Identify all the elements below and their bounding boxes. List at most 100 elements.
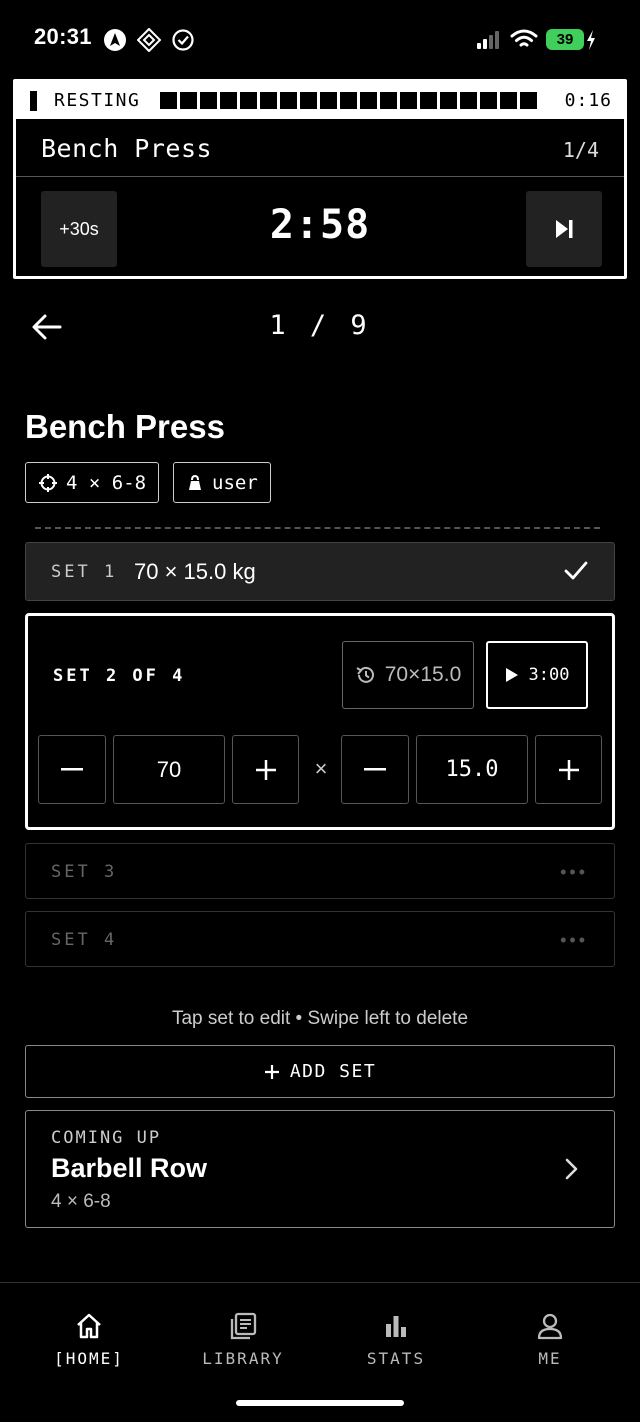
- progress-segment: [520, 92, 537, 109]
- rest-timer-header: RESTING 0:16: [16, 82, 624, 119]
- progress-segment: [200, 92, 217, 109]
- progress-segment: [340, 92, 357, 109]
- add-set-button[interactable]: ADD SET: [25, 1045, 615, 1098]
- dashed-divider: [35, 527, 600, 529]
- progress-segment: [400, 92, 417, 109]
- plus-icon: [558, 759, 579, 780]
- progress-segment: [460, 92, 477, 109]
- rest-remaining-timer: 2:58: [269, 202, 371, 248]
- active-set-label: SET 2 OF 4: [53, 666, 186, 686]
- check-circle-icon: [172, 29, 194, 51]
- rest-state-label: RESTING: [54, 90, 141, 111]
- tab-stats[interactable]: STATS: [331, 1311, 461, 1368]
- progress-segment: [320, 92, 337, 109]
- home-icon: [77, 1313, 101, 1339]
- checkmark-icon: [564, 561, 588, 580]
- minus-icon: [61, 767, 83, 770]
- times-sign: ×: [314, 756, 328, 781]
- set-label: SET 4: [51, 930, 118, 950]
- owner-chip: user: [173, 462, 271, 503]
- reps-decrease-button[interactable]: [341, 735, 409, 804]
- weight-input[interactable]: 70: [113, 735, 225, 804]
- add-30s-button[interactable]: +30s: [41, 191, 117, 267]
- set-row-completed[interactable]: SET 1 70 × 15.0 kg: [25, 542, 615, 601]
- history-icon: [356, 666, 374, 683]
- progress-segment: [220, 92, 237, 109]
- edit-hint: Tap set to edit • Swipe left to delete: [171, 1008, 469, 1029]
- stats-icon: [386, 1316, 406, 1337]
- progress-segment: [380, 92, 397, 109]
- tab-me[interactable]: ME: [485, 1311, 615, 1368]
- progress-segment: [240, 92, 257, 109]
- weight-value: 70: [156, 756, 182, 782]
- rest-progress-bar: [160, 92, 537, 109]
- cellular-signal-icon: [477, 31, 499, 49]
- rest-exercise-count: 1/4: [562, 138, 599, 162]
- exercise-pager: 1 / 9: [269, 310, 371, 341]
- progress-segment: [440, 92, 457, 109]
- charging-bolt-icon: [587, 30, 595, 50]
- battery-level: 39: [546, 29, 584, 50]
- status-time: 20:31: [34, 24, 92, 49]
- owner-text: user: [212, 471, 258, 494]
- set-label: SET 3: [51, 862, 118, 882]
- navigation-app-icon: [104, 29, 126, 51]
- weight-increase-button[interactable]: [232, 735, 299, 804]
- weight-decrease-button[interactable]: [38, 735, 106, 804]
- rest-elapsed: 0:16: [564, 90, 612, 111]
- rest-exercise-name: Bench Press: [41, 134, 213, 163]
- chevron-right-icon: [565, 1158, 578, 1180]
- progress-segment: [420, 92, 437, 109]
- coming-up-card[interactable]: COMING UP Barbell Row 4 × 6-8: [25, 1110, 615, 1228]
- add-set-label: ADD SET: [289, 1061, 377, 1082]
- skip-next-icon: [556, 220, 573, 238]
- reps-input[interactable]: 15.0: [416, 735, 528, 804]
- target-text: 4 × 6-8: [66, 471, 147, 494]
- minus-icon: [364, 767, 386, 770]
- progress-segment: [180, 92, 197, 109]
- crosshair-icon: [39, 473, 57, 492]
- history-text: 70×15.0: [384, 663, 462, 686]
- reps-increase-button[interactable]: [535, 735, 602, 804]
- more-options-icon[interactable]: •••: [560, 930, 588, 951]
- divider: [16, 176, 624, 177]
- plus-icon: [264, 1064, 279, 1079]
- tab-home[interactable]: [HOME]: [24, 1311, 154, 1368]
- tab-label: LIBRARY: [202, 1349, 284, 1368]
- start-rest-button[interactable]: 3:00: [486, 641, 588, 709]
- tab-label: ME: [538, 1349, 562, 1368]
- back-arrow-icon[interactable]: [30, 312, 64, 342]
- diamond-app-icon: [137, 28, 161, 52]
- exercise-title: Bench Press: [25, 408, 225, 445]
- tab-label: [HOME]: [54, 1349, 124, 1368]
- progress-segment: [260, 92, 277, 109]
- tab-library[interactable]: LIBRARY: [178, 1311, 308, 1368]
- set-row-pending[interactable]: SET 3 •••: [25, 843, 615, 899]
- rest-indicator-bar: [30, 91, 37, 111]
- more-options-icon[interactable]: •••: [560, 862, 588, 883]
- reps-value: 15.0: [445, 757, 499, 782]
- previous-performance-button[interactable]: 70×15.0: [342, 641, 474, 709]
- progress-segment: [300, 92, 317, 109]
- set-label: SET 1: [51, 562, 118, 582]
- set-row-active: SET 2 OF 4 70×15.0 3:00 70 × 15.0: [25, 613, 615, 830]
- play-icon: [505, 668, 518, 682]
- kettlebell-icon: [189, 474, 201, 490]
- tab-label: STATS: [366, 1349, 426, 1368]
- target-chip: 4 × 6-8: [25, 462, 160, 503]
- rest-timer-card: RESTING 0:16 Bench Press 1/4 +30s 2:58: [13, 79, 627, 279]
- plus-icon: [255, 759, 276, 780]
- progress-segment: [480, 92, 497, 109]
- coming-up-label: COMING UP: [51, 1128, 162, 1148]
- home-indicator[interactable]: [236, 1400, 404, 1406]
- set-value: 70 × 15.0 kg: [134, 559, 256, 584]
- person-icon: [537, 1313, 563, 1340]
- set-row-pending[interactable]: SET 4 •••: [25, 911, 615, 967]
- next-exercise-name: Barbell Row: [51, 1153, 208, 1183]
- progress-segment: [160, 92, 177, 109]
- progress-segment: [280, 92, 297, 109]
- wifi-icon: [510, 29, 538, 47]
- skip-rest-button[interactable]: [526, 191, 602, 267]
- rest-duration: 3:00: [528, 665, 570, 685]
- next-exercise-target: 4 × 6-8: [51, 1191, 111, 1212]
